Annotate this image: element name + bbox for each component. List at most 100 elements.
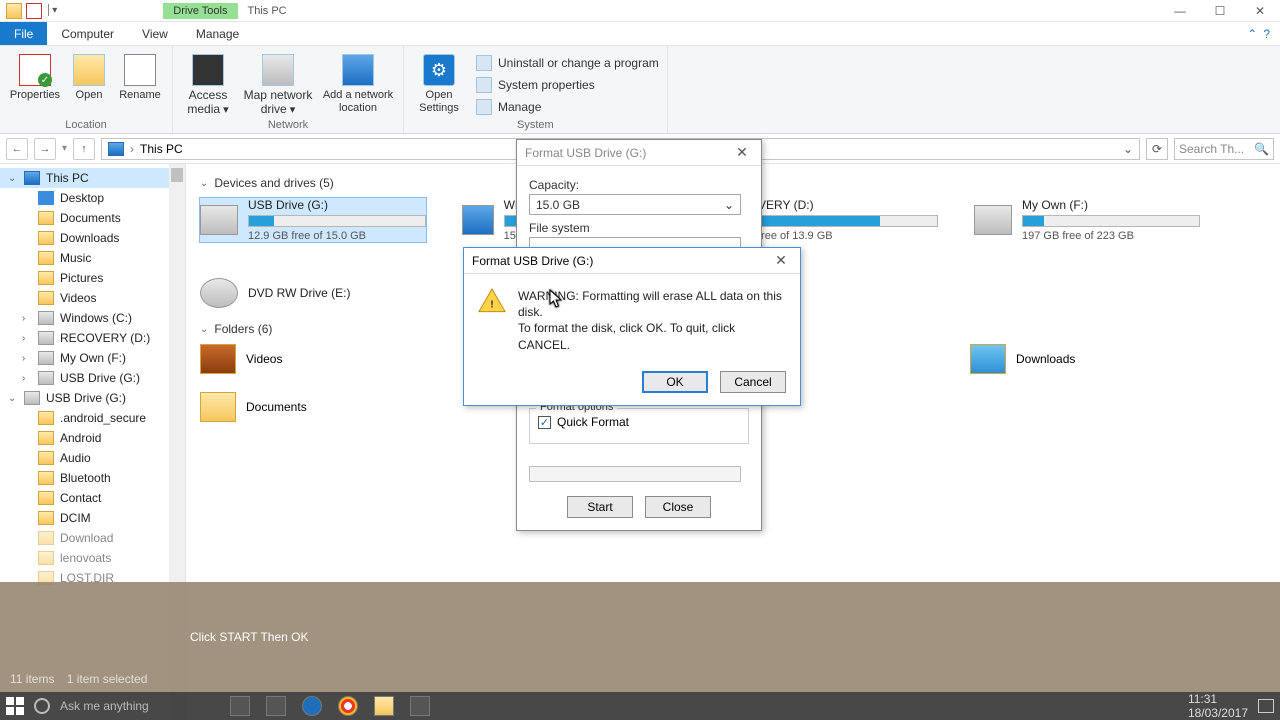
taskbar-app-icon[interactable] bbox=[266, 696, 286, 716]
tree-this-pc[interactable]: ⌄This PC bbox=[0, 168, 185, 188]
task-view-icon[interactable] bbox=[230, 696, 250, 716]
capacity-bar bbox=[248, 215, 426, 227]
format-dialog-title[interactable]: Format USB Drive (G:) ✕ bbox=[517, 140, 761, 166]
app-icon bbox=[6, 3, 22, 19]
cancel-button[interactable]: Cancel bbox=[720, 371, 786, 393]
minimize-button[interactable]: — bbox=[1160, 0, 1200, 22]
tab-manage[interactable]: Manage bbox=[182, 22, 253, 45]
tab-computer[interactable]: Computer bbox=[47, 22, 128, 45]
tree-my-own-f[interactable]: ›My Own (F:) bbox=[0, 348, 185, 368]
folder-downloads[interactable]: Downloads bbox=[970, 344, 1130, 374]
nav-history-dropdown[interactable]: ▾ bbox=[62, 143, 67, 154]
store-icon[interactable] bbox=[410, 696, 430, 716]
start-button[interactable]: Start bbox=[567, 496, 633, 518]
status-selected: 1 item selected bbox=[67, 672, 148, 686]
nav-back-button[interactable]: ← bbox=[6, 138, 28, 160]
map-network-drive-button[interactable]: Map network drive ▾ bbox=[241, 50, 315, 119]
tree-android[interactable]: Android bbox=[0, 428, 185, 448]
drive-windows-c[interactable]: Wi 154 bbox=[462, 198, 522, 242]
ribbon: ✓Properties Open Rename Location Access … bbox=[0, 46, 1280, 134]
tree-usb-g-root[interactable]: ⌄USB Drive (G:) bbox=[0, 388, 185, 408]
capacity-select[interactable]: 15.0 GB⌄ bbox=[529, 194, 741, 215]
folder-icon bbox=[38, 471, 54, 485]
manage-button[interactable]: Manage bbox=[476, 97, 659, 117]
tab-file[interactable]: File bbox=[0, 22, 47, 45]
tree-documents[interactable]: Documents bbox=[0, 208, 185, 228]
tutorial-caption: Click START Then OK 11 items 1 item sele… bbox=[0, 582, 1280, 692]
start-button[interactable] bbox=[6, 697, 24, 715]
rename-button[interactable]: Rename bbox=[116, 50, 164, 119]
quick-format-checkbox[interactable]: ✓Quick Format bbox=[538, 415, 740, 429]
qat-dropdown-icon[interactable]: │▾ bbox=[46, 5, 57, 16]
manage-icon bbox=[476, 99, 492, 115]
tree-recovery-d[interactable]: ›RECOVERY (D:) bbox=[0, 328, 185, 348]
tree-desktop[interactable]: Desktop bbox=[0, 188, 185, 208]
tab-view[interactable]: View bbox=[128, 22, 182, 45]
videos-folder-icon bbox=[200, 344, 236, 374]
ribbon-help[interactable]: ⌃ ? bbox=[1237, 22, 1280, 45]
folder-icon bbox=[38, 511, 54, 525]
close-icon[interactable]: ✕ bbox=[731, 144, 753, 161]
documents-folder-icon bbox=[200, 392, 236, 422]
close-button[interactable]: Close bbox=[645, 496, 711, 518]
taskbar-search[interactable]: Ask me anything bbox=[60, 699, 220, 713]
tree-dcim[interactable]: DCIM bbox=[0, 508, 185, 528]
maximize-button[interactable]: ☐ bbox=[1200, 0, 1240, 22]
tree-audio[interactable]: Audio bbox=[0, 448, 185, 468]
cortana-icon[interactable] bbox=[34, 698, 50, 714]
taskbar: Ask me anything 11:3118/03/2017 bbox=[0, 692, 1280, 720]
open-button[interactable]: Open bbox=[68, 50, 110, 119]
nav-forward-button[interactable]: → bbox=[34, 138, 56, 160]
folder-videos[interactable]: Videos bbox=[200, 344, 360, 374]
drive-icon bbox=[38, 371, 54, 385]
svg-text:!: ! bbox=[490, 298, 494, 310]
address-dropdown-icon[interactable]: ⌄ bbox=[1123, 142, 1133, 156]
warning-dialog-title[interactable]: Format USB Drive (G:) ✕ bbox=[464, 248, 800, 274]
tree-android-secure[interactable]: .android_secure bbox=[0, 408, 185, 428]
warning-dialog: Format USB Drive (G:) ✕ ! WARNING: Forma… bbox=[463, 247, 801, 406]
tree-bluetooth[interactable]: Bluetooth bbox=[0, 468, 185, 488]
tree-download-folder[interactable]: Download bbox=[0, 528, 185, 548]
drive-my-own-f[interactable]: My Own (F:) 197 GB free of 223 GB bbox=[974, 198, 1200, 242]
tree-videos[interactable]: Videos bbox=[0, 288, 185, 308]
tree-pictures[interactable]: Pictures bbox=[0, 268, 185, 288]
uninstall-program-button[interactable]: Uninstall or change a program bbox=[476, 53, 659, 73]
nav-up-button[interactable]: ↑ bbox=[73, 138, 95, 160]
tree-downloads[interactable]: Downloads bbox=[0, 228, 185, 248]
access-media-button[interactable]: Access media ▾ bbox=[181, 50, 235, 119]
refresh-button[interactable]: ⟳ bbox=[1146, 138, 1168, 160]
close-icon[interactable]: ✕ bbox=[770, 252, 792, 269]
chrome-icon[interactable] bbox=[338, 696, 358, 716]
folder-documents[interactable]: Documents bbox=[200, 392, 360, 422]
tree-usb-g[interactable]: ›USB Drive (G:) bbox=[0, 368, 185, 388]
properties-button[interactable]: ✓Properties bbox=[8, 50, 62, 119]
drive-recovery-d[interactable]: VERY (D:) free of 13.9 GB bbox=[758, 198, 938, 242]
ok-button[interactable]: OK bbox=[642, 371, 708, 393]
search-box[interactable]: Search Th...🔍 bbox=[1174, 138, 1274, 160]
open-settings-button[interactable]: ⚙Open Settings bbox=[412, 50, 466, 119]
ribbon-group-system: ⚙Open Settings Uninstall or change a pro… bbox=[404, 46, 668, 133]
explorer-icon[interactable] bbox=[374, 696, 394, 716]
tree-music[interactable]: Music bbox=[0, 248, 185, 268]
system-properties-button[interactable]: System properties bbox=[476, 75, 659, 95]
add-network-location-button[interactable]: Add a network location bbox=[321, 50, 395, 119]
tree-windows-c[interactable]: ›Windows (C:) bbox=[0, 308, 185, 328]
tree-lenovoats[interactable]: lenovoats bbox=[0, 548, 185, 568]
folder-icon bbox=[38, 271, 54, 285]
folder-icon bbox=[38, 231, 54, 245]
tray-clock[interactable]: 11:3118/03/2017 bbox=[1188, 692, 1248, 720]
tree-contact[interactable]: Contact bbox=[0, 488, 185, 508]
format-options-group: Format options ✓Quick Format bbox=[529, 408, 749, 444]
filesystem-select[interactable] bbox=[529, 237, 741, 247]
action-center-icon[interactable] bbox=[1258, 699, 1274, 713]
drive-usb-g[interactable]: USB Drive (G:) 12.9 GB free of 15.0 GB bbox=[200, 198, 426, 242]
properties-qat-icon[interactable] bbox=[26, 3, 42, 19]
properties-icon: ✓ bbox=[19, 54, 51, 86]
drive-icon bbox=[38, 311, 54, 325]
window-close-button[interactable]: ✕ bbox=[1240, 0, 1280, 22]
warning-text-line1: WARNING: Formatting will erase ALL data … bbox=[518, 288, 786, 320]
drive-dvd-e[interactable]: DVD RW Drive (E:) bbox=[200, 278, 426, 308]
breadcrumb-location[interactable]: This PC bbox=[140, 142, 183, 156]
folder-icon bbox=[38, 291, 54, 305]
edge-icon[interactable] bbox=[302, 696, 322, 716]
